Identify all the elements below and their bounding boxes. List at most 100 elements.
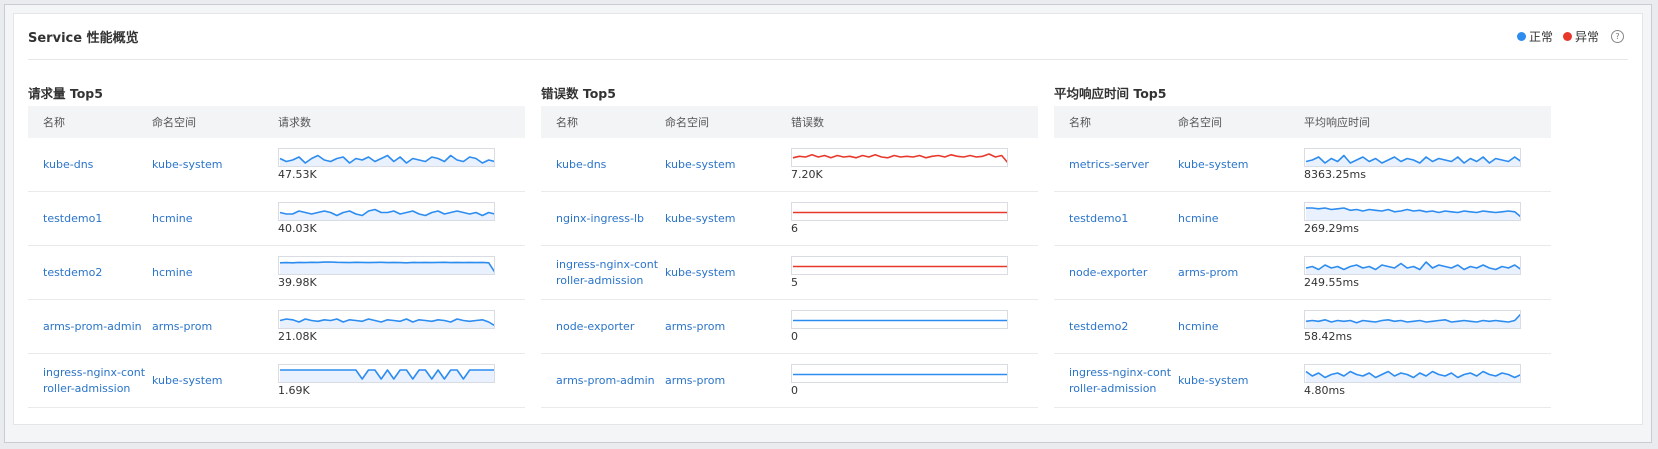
legend-abnormal-label: 异常 [1574, 30, 1599, 44]
table-row: ingress-nginx-cont roller-admission kube-s… [1054, 354, 1551, 408]
service-name-link[interactable]: nginx-ingress-lb [556, 211, 665, 227]
namespace-link[interactable]: kube-system [1178, 157, 1302, 173]
service-name-link[interactable]: testdemo1 [1069, 211, 1178, 227]
namespace-link[interactable]: arms-prom [1178, 265, 1302, 281]
namespace-cell: arms-prom [1178, 265, 1302, 281]
card-title: Service 性能概览 [28, 31, 139, 46]
table-row: nginx-ingress-lb kube-system 6 [541, 192, 1038, 246]
metric-cell: 39.98K [276, 256, 525, 289]
sparkline-area [793, 212, 1007, 220]
sparkline-chart [791, 310, 1008, 329]
namespace-cell: kube-system [665, 157, 789, 173]
table-header: 名称 命名空间 平均响应时间 [1054, 106, 1551, 138]
table-row: arms-prom-admin arms-prom 21.08K [28, 300, 525, 354]
namespace-link[interactable]: hcmine [1178, 319, 1302, 335]
name-cell: testdemo2 [1054, 319, 1178, 335]
namespace-link[interactable]: hcmine [152, 211, 276, 227]
namespace-cell: kube-system [152, 157, 276, 173]
namespace-cell: hcmine [1178, 319, 1302, 335]
sparkline-area [793, 374, 1007, 382]
panel-title: 错误数 Top5 [541, 86, 616, 101]
service-name-link[interactable]: metrics-server [1069, 157, 1178, 173]
service-name-link[interactable]: arms-prom-admin [43, 319, 152, 335]
metric-value: 8363.25ms [1304, 168, 1366, 181]
sparkline-chart [278, 202, 495, 221]
name-cell: ingress-nginx-cont roller-admission [1054, 365, 1178, 397]
sparkline-chart [791, 148, 1008, 167]
metric-cell: 5 [789, 256, 1038, 289]
column-header: 命名空间 [665, 116, 709, 129]
sparkline-chart [1304, 364, 1521, 383]
service-name-link[interactable]: node-exporter [1069, 265, 1178, 281]
name-cell: kube-dns [541, 157, 665, 173]
namespace-cell: hcmine [152, 211, 276, 227]
panel-title: 请求量 Top5 [28, 86, 103, 101]
namespace-link[interactable]: hcmine [1178, 211, 1302, 227]
namespace-link[interactable]: kube-system [152, 157, 276, 173]
sparkline-chart [791, 202, 1008, 221]
table-header: 名称 命名空间 请求数 [28, 106, 525, 138]
namespace-cell: kube-system [665, 211, 789, 227]
metric-value: 4.80ms [1304, 384, 1345, 397]
service-name-link[interactable]: ingress-nginx-cont roller-admission [43, 365, 152, 397]
namespace-link[interactable]: kube-system [152, 373, 276, 389]
column-header: 名称 [556, 116, 578, 129]
namespace-link[interactable]: arms-prom [665, 373, 789, 389]
metric-cell: 40.03K [276, 202, 525, 235]
namespace-link[interactable]: kube-system [665, 265, 789, 281]
metric-value: 40.03K [278, 222, 317, 235]
metric-cell: 4.80ms [1302, 364, 1551, 397]
column-header: 错误数 [791, 116, 824, 129]
table-row: testdemo1 hcmine 40.03K [28, 192, 525, 246]
metric-value: 6 [791, 222, 798, 235]
sparkline-area [280, 262, 494, 274]
service-name-link[interactable]: kube-dns [556, 157, 665, 173]
name-cell: kube-dns [28, 157, 152, 173]
sparkline-area [280, 209, 494, 220]
metric-value: 58.42ms [1304, 330, 1352, 343]
namespace-cell: hcmine [1178, 211, 1302, 227]
column-header: 命名空间 [152, 116, 196, 129]
name-cell: testdemo1 [1054, 211, 1178, 227]
metric-cell: 0 [789, 310, 1038, 343]
service-name-link[interactable]: node-exporter [556, 319, 665, 335]
namespace-cell: arms-prom [152, 319, 276, 335]
table-row: metrics-server kube-system 8363.25ms [1054, 138, 1551, 192]
legend-normal[interactable]: 正常 [1516, 28, 1553, 45]
service-name-link[interactable]: ingress-nginx-cont roller-admission [1069, 365, 1178, 397]
sparkline-chart [278, 256, 495, 275]
question-circle-icon[interactable]: ? [1611, 30, 1624, 43]
namespace-link[interactable]: arms-prom [665, 319, 789, 335]
namespace-link[interactable]: arms-prom [152, 319, 276, 335]
service-name-link[interactable]: testdemo2 [43, 265, 152, 281]
namespace-link[interactable]: kube-system [665, 157, 789, 173]
sparkline-chart [278, 310, 495, 329]
metric-cell: 58.42ms [1302, 310, 1551, 343]
table-row: ingress-nginx-cont roller-admission kube-s… [28, 354, 525, 408]
namespace-cell: arms-prom [665, 319, 789, 335]
panel-2: 错误数 Top5 名称 命名空间 错误数 kube-dns kube-system 7.20… [541, 84, 1038, 408]
metric-cell: 7.20K [789, 148, 1038, 181]
metric-cell: 249.55ms [1302, 256, 1551, 289]
metric-value: 5 [791, 276, 798, 289]
legend-abnormal[interactable]: 异常 [1562, 28, 1599, 45]
panel-3: 平均响应时间 Top5 名称 命名空间 平均响应时间 metrics-server kub… [1054, 84, 1551, 408]
sparkline-chart [1304, 148, 1521, 167]
metric-cell: 6 [789, 202, 1038, 235]
column-header: 请求数 [278, 116, 311, 129]
service-name-link[interactable]: arms-prom-admin [556, 373, 665, 389]
namespace-cell: kube-system [1178, 157, 1302, 173]
service-name-link[interactable]: ingress-nginx-cont roller-admission [556, 257, 665, 289]
service-name-link[interactable]: testdemo2 [1069, 319, 1178, 335]
service-name-link[interactable]: kube-dns [43, 157, 152, 173]
metric-cell: 8363.25ms [1302, 148, 1551, 181]
namespace-link[interactable]: kube-system [665, 211, 789, 227]
sparkline-chart [278, 148, 495, 167]
service-name-link[interactable]: testdemo1 [43, 211, 152, 227]
table-row: kube-dns kube-system 47.53K [28, 138, 525, 192]
namespace-link[interactable]: hcmine [152, 265, 276, 281]
namespace-link[interactable]: kube-system [1178, 373, 1302, 389]
metric-value: 39.98K [278, 276, 317, 289]
table-row: testdemo2 hcmine 39.98K [28, 246, 525, 300]
abnormal-dot-icon [1562, 32, 1572, 41]
